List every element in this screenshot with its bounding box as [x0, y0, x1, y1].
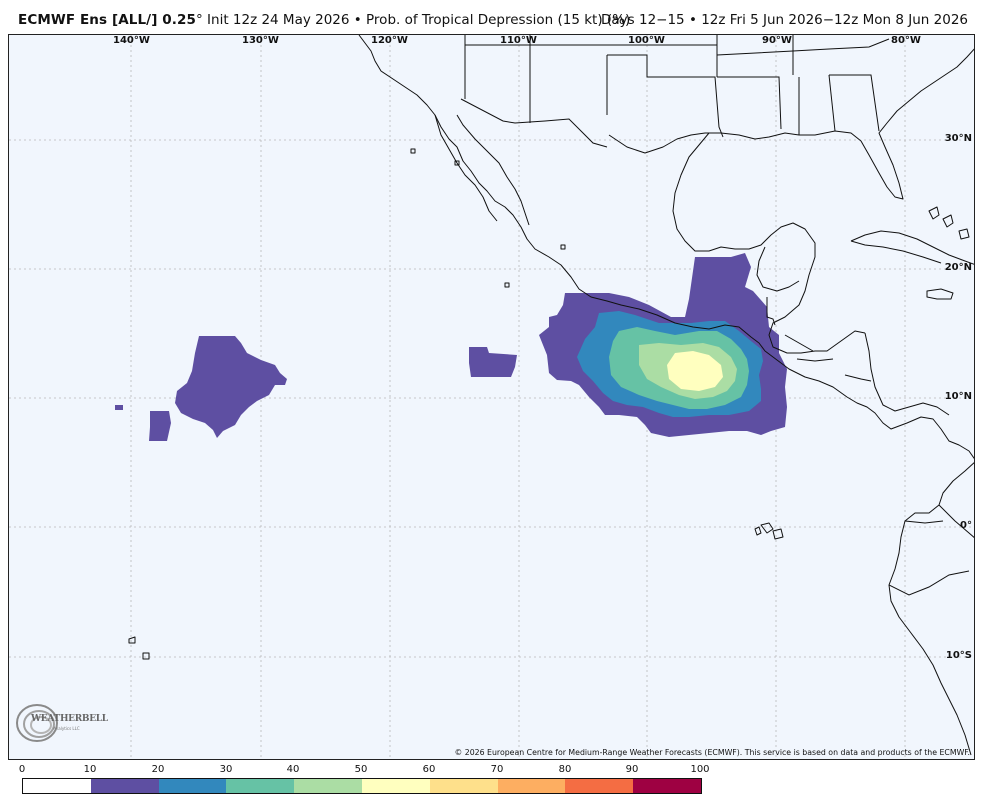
- colorbar-tick: 80: [558, 764, 572, 775]
- lon-label-110w: 110°W: [500, 35, 537, 46]
- lon-label-100w: 100°W: [628, 35, 665, 46]
- title-model: ECMWF Ens [ALL/] 0.25: [18, 12, 196, 28]
- lon-label-120w: 120°W: [371, 35, 408, 46]
- map-title: ECMWF Ens [ALL/] 0.25° Init 12z 24 May 2…: [18, 12, 630, 28]
- colorbar-swatch: [361, 779, 430, 793]
- forecast-period: Days 12−15 • 12z Fri 5 Jun 2026−12z Mon …: [601, 12, 968, 28]
- prob-area-west-dot: [115, 405, 123, 410]
- lat-label-10s: 10°S: [945, 650, 972, 661]
- title-product: Init 12z 24 May 2026 • Prob. of Tropical…: [202, 12, 631, 28]
- colorbar-swatch: [90, 779, 159, 793]
- colorbar: 0 10 20 30 40 50 60 70 80 90 100: [18, 762, 710, 802]
- weatherbell-logo: WEATHERBELL Analytics LLC: [13, 699, 108, 747]
- colorbar-tick: 10: [83, 764, 97, 775]
- colorbar-swatch: [497, 779, 566, 793]
- lat-label-20n: 20°N: [944, 262, 972, 273]
- map-canvas: [9, 35, 974, 759]
- prob-area-west-small: [149, 411, 171, 441]
- colorbar-tick: 100: [690, 764, 710, 775]
- colorbar-swatch: [158, 779, 227, 793]
- colorbar-ticks: 0 10 20 30 40 50 60 70 80 90 100: [18, 762, 710, 778]
- colorbar-swatch: [429, 779, 498, 793]
- colorbar-tick: 90: [625, 764, 639, 775]
- lat-label-equator: 0°: [960, 520, 972, 531]
- colorbar-tick: 60: [422, 764, 436, 775]
- lat-label-30n: 30°N: [944, 133, 972, 144]
- colorbar-swatch: [633, 779, 701, 793]
- colorbar-swatches: [22, 778, 702, 794]
- prob-area-central: [469, 347, 517, 377]
- colorbar-tick: 40: [286, 764, 300, 775]
- colorbar-tick: 50: [354, 764, 368, 775]
- graticule: [9, 35, 974, 759]
- header: ECMWF Ens [ALL/] 0.25° Init 12z 24 May 2…: [0, 0, 984, 34]
- map-panel: 140°W 130°W 120°W 110°W 100°W 90°W 80°W …: [8, 34, 975, 760]
- colorbar-swatch: [294, 779, 362, 793]
- lon-label-80w: 80°W: [891, 35, 921, 46]
- lon-label-140w: 140°W: [113, 35, 150, 46]
- logo-text: WEATHERBELL: [31, 714, 108, 724]
- probability-shading: [115, 253, 787, 441]
- colorbar-tick: 0: [18, 764, 26, 775]
- colorbar-swatch: [23, 779, 91, 793]
- title-degree: °: [195, 12, 203, 28]
- logo-subtext: Analytics LLC: [53, 726, 80, 731]
- colorbar-tick: 70: [490, 764, 504, 775]
- colorbar-tick: 30: [219, 764, 233, 775]
- prob-area-west: [175, 336, 287, 438]
- lon-label-90w: 90°W: [762, 35, 792, 46]
- copyright-notice: © 2026 European Centre for Medium-Range …: [454, 748, 970, 757]
- colorbar-tick: 20: [151, 764, 165, 775]
- colorbar-swatch: [565, 779, 634, 793]
- lon-label-130w: 130°W: [242, 35, 279, 46]
- lat-label-10n: 10°N: [944, 391, 972, 402]
- colorbar-swatch: [226, 779, 295, 793]
